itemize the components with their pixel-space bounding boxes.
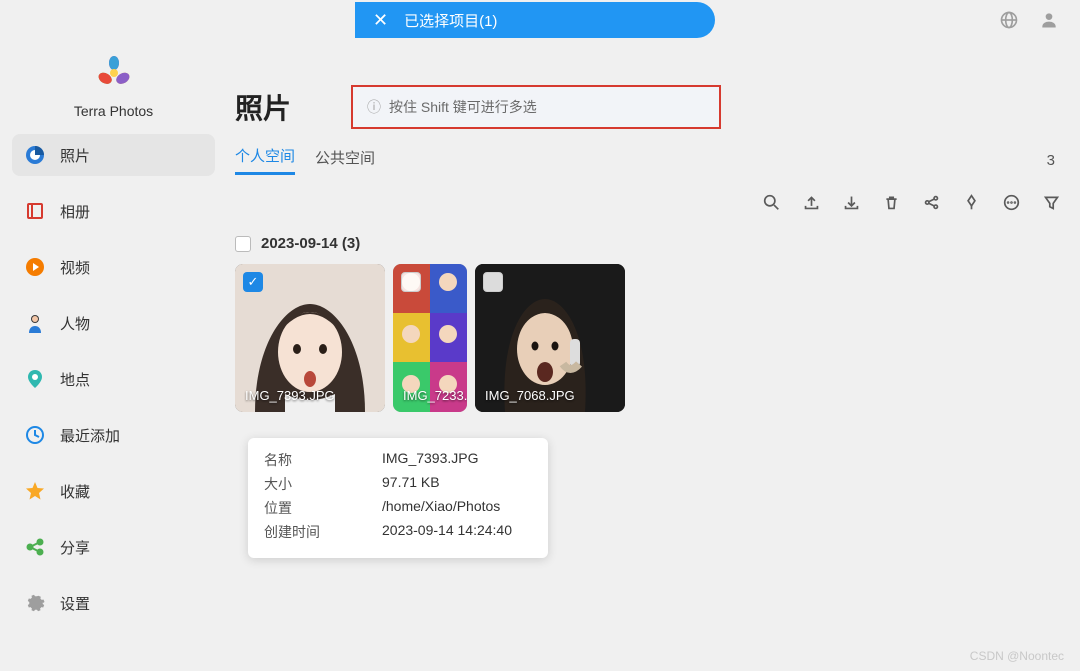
sidebar-item-label: 最近添加	[60, 425, 120, 446]
app-name: Terra Photos	[12, 103, 215, 119]
share-icon	[24, 536, 46, 558]
tab-public[interactable]: 公共空间	[315, 147, 375, 174]
photo-checkbox[interactable]	[483, 272, 503, 292]
photo-thumb-3[interactable]: IMG_7068.JPG	[475, 264, 625, 412]
sidebar-item-places[interactable]: 地点	[12, 358, 215, 400]
sidebar-item-people[interactable]: 人物	[12, 302, 215, 344]
photo-tooltip: 名称IMG_7393.JPG 大小97.71 KB 位置/home/Xiao/P…	[248, 438, 548, 558]
tabs: 个人空间 公共空间 3	[235, 145, 1060, 175]
tooltip-loc-value: /home/Xiao/Photos	[382, 498, 500, 518]
videos-icon	[24, 256, 46, 278]
app-logo: Terra Photos	[12, 55, 215, 119]
recent-icon	[24, 424, 46, 446]
sidebar-item-label: 设置	[60, 593, 90, 614]
sidebar-item-label: 人物	[60, 313, 90, 334]
sidebar: Terra Photos 照片 相册 视频 人物 地点	[0, 40, 225, 671]
photo-caption: IMG_7068.JPG	[485, 388, 575, 404]
sidebar-item-label: 分享	[60, 537, 90, 558]
download-icon[interactable]	[842, 193, 860, 211]
tooltip-size-value: 97.71 KB	[382, 474, 440, 494]
page-header: 照片 ⓘ 按住 Shift 键可进行多选	[235, 85, 1060, 129]
language-icon[interactable]	[998, 9, 1020, 31]
page-title: 照片	[235, 87, 291, 127]
sidebar-item-share[interactable]: 分享	[12, 526, 215, 568]
watermark: CSDN @Noontec	[970, 649, 1064, 663]
filter-icon[interactable]	[1042, 193, 1060, 211]
selection-banner: ✕ 已选择项目(1)	[355, 2, 715, 38]
upload-icon[interactable]	[802, 193, 820, 211]
close-selection-icon[interactable]: ✕	[373, 10, 388, 31]
tooltip-size-key: 大小	[264, 474, 382, 494]
selection-banner-text: 已选择项目(1)	[404, 10, 497, 31]
tooltip-loc-key: 位置	[264, 498, 382, 518]
tooltip-time-key: 创建时间	[264, 522, 382, 542]
main: 照片 ⓘ 按住 Shift 键可进行多选 个人空间 公共空间 3	[225, 40, 1080, 671]
group-header: 2023-09-14 (3)	[235, 235, 1060, 252]
photo-thumb-2[interactable]: IMG_7233.JPG	[393, 264, 467, 412]
sidebar-item-settings[interactable]: 设置	[12, 582, 215, 624]
tooltip-name-key: 名称	[264, 450, 382, 470]
toolbar	[235, 193, 1060, 211]
more-icon[interactable]	[1002, 193, 1020, 211]
date-group: 2023-09-14 (3) ✓ IMG_7393.JPG	[235, 235, 1060, 412]
tooltip-name-value: IMG_7393.JPG	[382, 450, 479, 470]
share-action-icon[interactable]	[922, 193, 940, 211]
photo-thumb-1[interactable]: ✓ IMG_7393.JPG	[235, 264, 385, 412]
photo-checkbox[interactable]	[401, 272, 421, 292]
photo-caption: IMG_7233.JPG	[403, 388, 467, 404]
group-checkbox[interactable]	[235, 236, 251, 252]
tag-icon[interactable]	[962, 193, 980, 211]
info-icon: ⓘ	[367, 97, 381, 117]
tooltip-time-value: 2023-09-14 14:24:40	[382, 522, 512, 542]
thumbnails: ✓ IMG_7393.JPG IMG_7233.JPG	[235, 264, 1060, 412]
group-date-label: 2023-09-14 (3)	[261, 235, 360, 252]
sidebar-item-label: 相册	[60, 201, 90, 222]
hint-box: ⓘ 按住 Shift 键可进行多选	[351, 85, 721, 129]
sidebar-item-label: 收藏	[60, 481, 90, 502]
logo-flower-icon	[12, 55, 215, 99]
delete-icon[interactable]	[882, 193, 900, 211]
search-icon[interactable]	[762, 193, 780, 211]
photos-icon	[24, 144, 46, 166]
sidebar-item-label: 地点	[60, 369, 90, 390]
sidebar-item-label: 照片	[60, 145, 90, 166]
sidebar-item-albums[interactable]: 相册	[12, 190, 215, 232]
topbar-right	[998, 9, 1080, 31]
sidebar-item-favorites[interactable]: 收藏	[12, 470, 215, 512]
favorites-icon	[24, 480, 46, 502]
tab-personal[interactable]: 个人空间	[235, 145, 295, 175]
sidebar-item-videos[interactable]: 视频	[12, 246, 215, 288]
people-icon	[24, 312, 46, 334]
albums-icon	[24, 200, 46, 222]
sidebar-item-label: 视频	[60, 257, 90, 278]
photo-checkbox-checked[interactable]: ✓	[243, 272, 263, 292]
hint-text: 按住 Shift 键可进行多选	[389, 97, 537, 117]
photo-caption: IMG_7393.JPG	[245, 388, 335, 404]
user-icon[interactable]	[1038, 9, 1060, 31]
places-icon	[24, 368, 46, 390]
sidebar-item-recent[interactable]: 最近添加	[12, 414, 215, 456]
photo-count: 3	[1047, 152, 1060, 169]
sidebar-item-photos[interactable]: 照片	[12, 134, 215, 176]
nav: 照片 相册 视频 人物 地点 最近添加	[12, 134, 215, 624]
topbar: ✕ 已选择项目(1)	[0, 0, 1080, 40]
settings-icon	[24, 592, 46, 614]
